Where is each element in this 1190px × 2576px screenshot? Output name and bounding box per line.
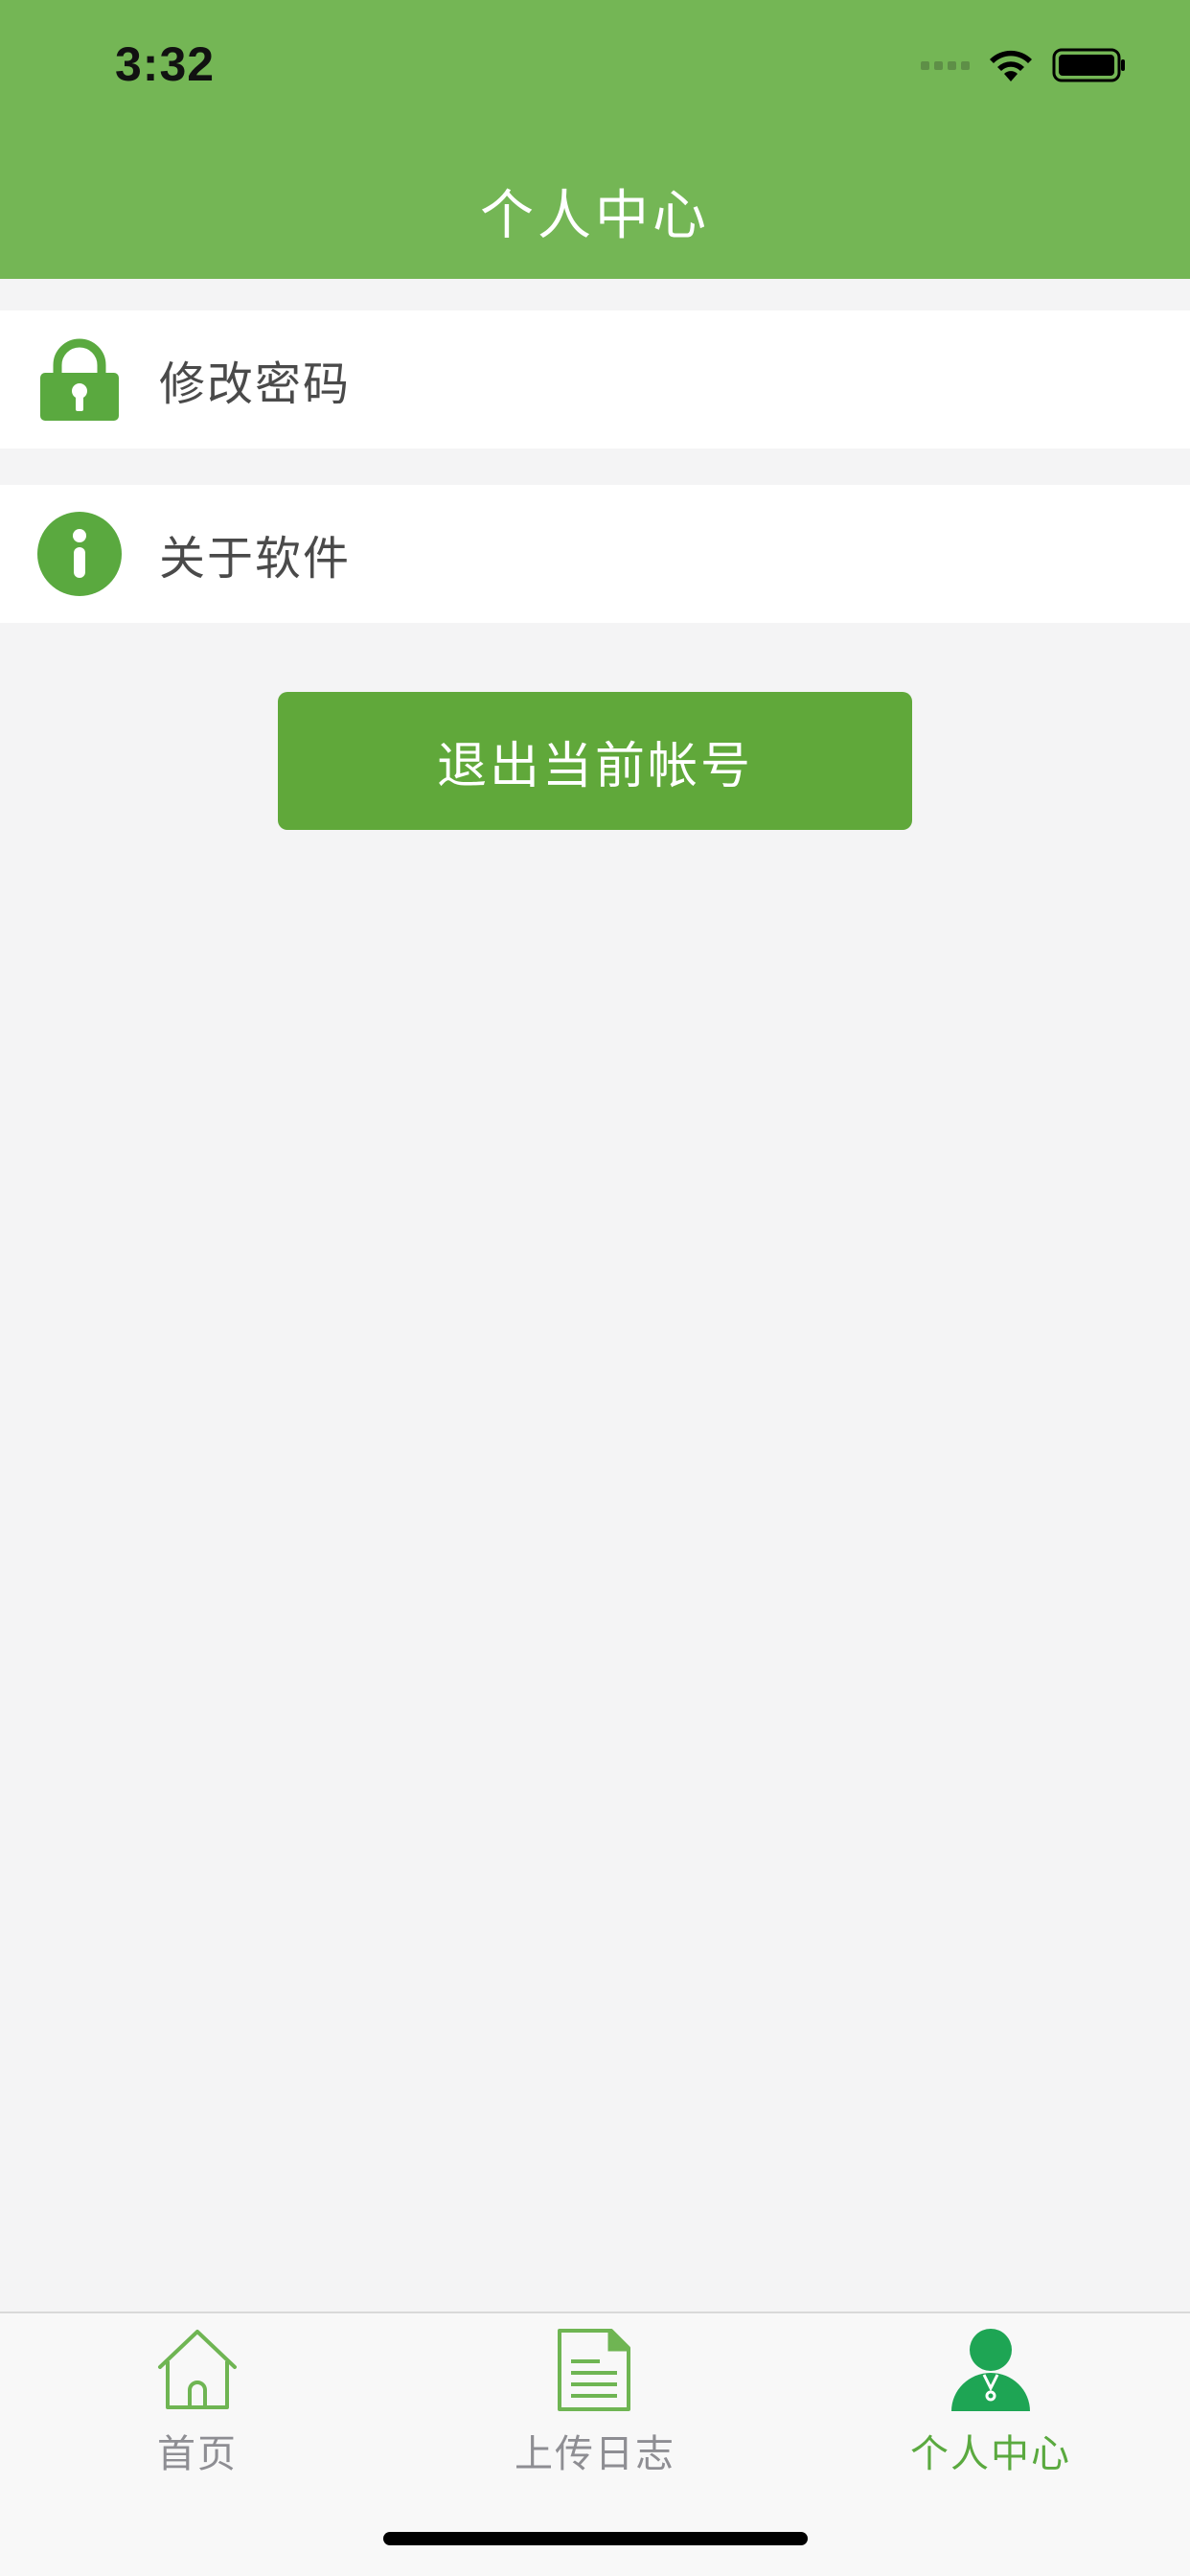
about-software-label: 关于软件 bbox=[159, 532, 352, 586]
tab-profile[interactable]: 个人中心 bbox=[847, 2327, 1134, 2478]
logout-button[interactable]: 退出当前帐号 bbox=[278, 692, 912, 830]
change-password-row[interactable]: 修改密码 bbox=[0, 310, 1190, 448]
lock-icon bbox=[40, 338, 119, 421]
battery-icon bbox=[1052, 48, 1125, 82]
screen: 3:32 个人中心 修改密码 关于软件 退出当前帐号 首页 上传日志 个人中心 bbox=[0, 0, 1190, 2576]
status-icons bbox=[921, 46, 1127, 84]
home-icon bbox=[158, 2330, 237, 2409]
page-title: 个人中心 bbox=[480, 185, 710, 247]
document-icon bbox=[558, 2329, 630, 2411]
user-icon bbox=[951, 2329, 1030, 2411]
tab-home[interactable]: 首页 bbox=[54, 2327, 341, 2478]
cellular-signal-icon bbox=[921, 60, 970, 70]
tab-upload-log-label: 上传日志 bbox=[515, 2432, 675, 2476]
home-indicator bbox=[383, 2532, 808, 2545]
tab-upload-log[interactable]: 上传日志 bbox=[451, 2327, 739, 2478]
wifi-icon bbox=[990, 50, 1032, 81]
tab-profile-label: 个人中心 bbox=[910, 2432, 1071, 2476]
tab-home-label: 首页 bbox=[157, 2432, 238, 2476]
info-icon bbox=[37, 512, 122, 596]
about-software-row[interactable]: 关于软件 bbox=[0, 485, 1190, 623]
header: 3:32 个人中心 bbox=[0, 0, 1190, 279]
status-time: 3:32 bbox=[115, 37, 216, 91]
change-password-label: 修改密码 bbox=[159, 357, 352, 411]
